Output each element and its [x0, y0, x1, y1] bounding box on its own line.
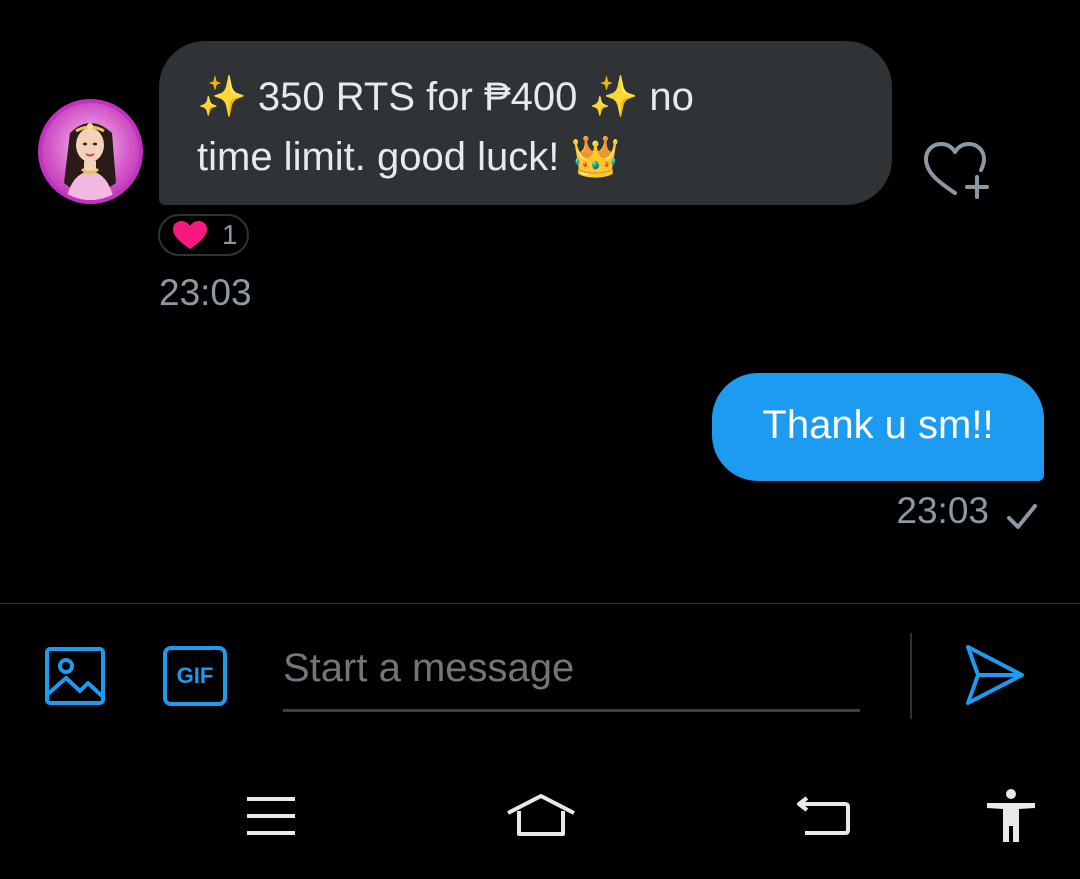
gif-button[interactable]: GIF	[162, 645, 228, 707]
accessibility-icon	[987, 789, 1035, 842]
home-button[interactable]	[505, 793, 577, 837]
home-icon	[507, 794, 575, 836]
received-message-bubble[interactable]: ✨ 350 RTS for ₱400 ✨ no time limit. good…	[159, 41, 892, 205]
send-button[interactable]	[964, 643, 1026, 707]
composer-separator	[910, 633, 912, 719]
send-icon	[966, 645, 1024, 705]
sent-message-bubble[interactable]: Thank u sm!!	[712, 373, 1044, 481]
message-field[interactable]	[283, 632, 860, 712]
gif-label: GIF	[176, 663, 214, 688]
message-input[interactable]	[283, 642, 860, 694]
add-reaction-button[interactable]	[922, 139, 992, 201]
composer-divider	[0, 603, 1080, 604]
sender-avatar[interactable]	[38, 99, 143, 204]
heart-plus-icon	[924, 142, 989, 199]
menu-icon	[247, 797, 295, 835]
heart-icon	[173, 221, 207, 249]
accessibility-button[interactable]	[985, 788, 1037, 844]
add-media-button[interactable]	[44, 646, 106, 706]
received-message-line-2: time limit. good luck! 👑	[197, 135, 621, 179]
reaction-count: 1	[222, 219, 238, 250]
received-message-time: 23:03	[159, 272, 252, 313]
received-message-line-1: ✨ 350 RTS for ₱400 ✨ no	[197, 75, 694, 119]
recent-apps-button[interactable]	[245, 796, 297, 836]
image-icon	[45, 647, 105, 705]
back-icon	[797, 796, 850, 835]
sent-message-text: Thank u sm!!	[762, 402, 994, 447]
sent-message-time: 23:03	[896, 490, 989, 531]
checkmark-icon	[1007, 504, 1037, 529]
reaction-badge[interactable]: 1	[158, 214, 249, 256]
back-button[interactable]	[795, 796, 851, 836]
